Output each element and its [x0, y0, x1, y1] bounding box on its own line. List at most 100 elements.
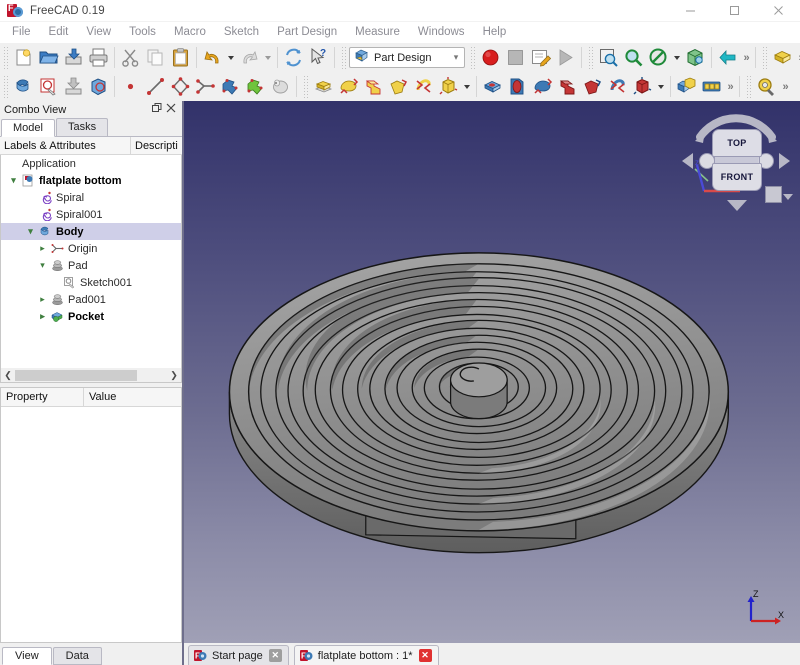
close-panel-icon[interactable] [164, 103, 178, 116]
toolbar-overflow-icon[interactable]: » [779, 74, 791, 99]
save-document-icon[interactable] [61, 45, 86, 70]
subtractive-pipe-icon[interactable] [580, 74, 605, 99]
datum-point-icon[interactable] [118, 74, 143, 99]
tree-item-sketch001[interactable]: ▸ Sketch001 [1, 274, 181, 291]
value-column-header[interactable]: Value [84, 388, 181, 406]
back-arrow-icon[interactable] [715, 45, 740, 70]
toolbar-grip[interactable] [762, 46, 768, 69]
menu-windows[interactable]: Windows [409, 22, 474, 43]
toolbar-grip[interactable] [470, 46, 476, 69]
menu-view[interactable]: View [77, 22, 120, 43]
measure-icon[interactable] [754, 74, 779, 99]
macro-edit-icon[interactable] [528, 45, 553, 70]
scrollbar-track[interactable] [15, 368, 167, 382]
tree-item-spiral001[interactable]: ▸ Spiral001 [1, 206, 181, 223]
additive-box-icon[interactable] [436, 74, 461, 99]
model-tree[interactable]: ▸ Application ▾ flatplate bottom [0, 155, 182, 368]
open-document-icon[interactable] [36, 45, 61, 70]
subtractive-helix-icon[interactable] [605, 74, 630, 99]
close-tab-icon[interactable]: ✕ [418, 649, 432, 662]
macro-stop-icon[interactable] [503, 45, 528, 70]
datum-plane-icon[interactable] [168, 74, 193, 99]
menu-macro[interactable]: Macro [165, 22, 215, 43]
toolbar-grip[interactable] [341, 46, 347, 69]
pad-icon[interactable] [311, 74, 336, 99]
toolbar-grip[interactable] [746, 75, 752, 98]
redo-icon[interactable] [237, 45, 262, 70]
pattern-icon[interactable] [699, 74, 724, 99]
workbench-selector[interactable]: Part Design ▾ [349, 47, 465, 68]
collapse-arrow-icon[interactable]: ▾ [24, 226, 37, 237]
tree-horizontal-scrollbar[interactable]: ❮ ❯ [0, 368, 182, 383]
tree-item-flatplate-bottom[interactable]: ▾ flatplate bottom [1, 172, 181, 189]
scroll-left-icon[interactable]: ❮ [1, 370, 15, 381]
additive-primitives-dropdown-icon[interactable] [461, 74, 473, 99]
close-button[interactable] [756, 0, 800, 22]
scroll-right-icon[interactable]: ❯ [167, 370, 181, 381]
menu-help[interactable]: Help [474, 22, 516, 43]
revolution-icon[interactable] [336, 74, 361, 99]
additive-helix-icon[interactable] [411, 74, 436, 99]
toolbar-overflow-icon[interactable]: » [795, 45, 800, 70]
chevron-down-icon[interactable]: ▾ [448, 52, 464, 63]
expand-arrow-icon[interactable]: ▸ [36, 243, 49, 254]
expand-arrow-icon[interactable]: ▸ [36, 294, 49, 305]
draw-style-icon[interactable] [646, 45, 671, 70]
toolbar-grip[interactable] [303, 75, 309, 98]
attach-sketch-icon[interactable] [61, 74, 86, 99]
close-tab-icon[interactable]: ✕ [268, 649, 282, 662]
undo-icon[interactable] [200, 45, 225, 70]
property-column-header[interactable]: Property [1, 388, 84, 406]
clone-icon[interactable] [268, 74, 293, 99]
menu-part-design[interactable]: Part Design [268, 22, 346, 43]
new-document-icon[interactable] [11, 45, 36, 70]
isometric-view-icon[interactable] [683, 45, 708, 70]
whats-this-icon[interactable]: ? [306, 45, 331, 70]
menu-edit[interactable]: Edit [40, 22, 78, 43]
property-rows[interactable] [1, 407, 181, 642]
tree-item-pad001[interactable]: ▸ Pad001 [1, 291, 181, 308]
document-tab-start-page[interactable]: F Start page ✕ [188, 645, 289, 665]
tab-view[interactable]: View [2, 647, 52, 665]
pocket-icon[interactable] [480, 74, 505, 99]
macro-execute-icon[interactable] [553, 45, 578, 70]
tree-header-description[interactable]: Descripti [131, 137, 182, 155]
fit-selection-icon[interactable] [621, 45, 646, 70]
tree-item-origin[interactable]: ▸ Origin [1, 240, 181, 257]
draw-style-dropdown-icon[interactable] [671, 45, 683, 70]
print-document-icon[interactable] [86, 45, 111, 70]
scrollbar-thumb[interactable] [15, 369, 137, 381]
create-body-icon[interactable] [11, 74, 36, 99]
maximize-button[interactable] [712, 0, 756, 22]
additive-pipe-icon[interactable] [386, 74, 411, 99]
collapse-arrow-icon[interactable]: ▾ [7, 175, 20, 186]
validate-sketch-icon[interactable] [86, 74, 111, 99]
paste-icon[interactable] [168, 45, 193, 70]
groove-icon[interactable] [530, 74, 555, 99]
undo-dropdown-icon[interactable] [225, 45, 237, 70]
tree-item-spiral[interactable]: ▸ Spiral [1, 189, 181, 206]
tree-item-pad[interactable]: ▾ Pad [1, 257, 181, 274]
subtractive-primitives-dropdown-icon[interactable] [655, 74, 667, 99]
subtractive-loft-icon[interactable] [555, 74, 580, 99]
tab-data[interactable]: Data [52, 647, 102, 665]
rotate-down-arrow[interactable] [727, 200, 747, 211]
toolbar-grip[interactable] [3, 75, 9, 98]
expand-arrow-icon[interactable]: ▸ [36, 311, 49, 322]
collapse-arrow-icon[interactable]: ▾ [36, 260, 49, 271]
tree-item-body[interactable]: ▾ Body [1, 223, 181, 240]
view-corner-cube[interactable] [765, 186, 782, 203]
tree-item-application[interactable]: ▸ Application [1, 155, 181, 172]
datum-line-icon[interactable] [143, 74, 168, 99]
toolbar-grip[interactable] [3, 46, 9, 69]
cube-face-front[interactable]: FRONT [712, 163, 762, 191]
boolean-icon[interactable] [674, 74, 699, 99]
navigation-cube[interactable]: z TOP FRONT [678, 109, 794, 213]
tree-header-labels[interactable]: Labels & Attributes [0, 136, 131, 155]
toolbar-grip[interactable] [588, 46, 594, 69]
rotate-left-arrow[interactable] [682, 153, 693, 169]
refresh-icon[interactable] [281, 45, 306, 70]
additive-loft-icon[interactable] [361, 74, 386, 99]
chevron-down-icon[interactable] [783, 194, 793, 200]
rotate-right-arrow[interactable] [779, 153, 790, 169]
